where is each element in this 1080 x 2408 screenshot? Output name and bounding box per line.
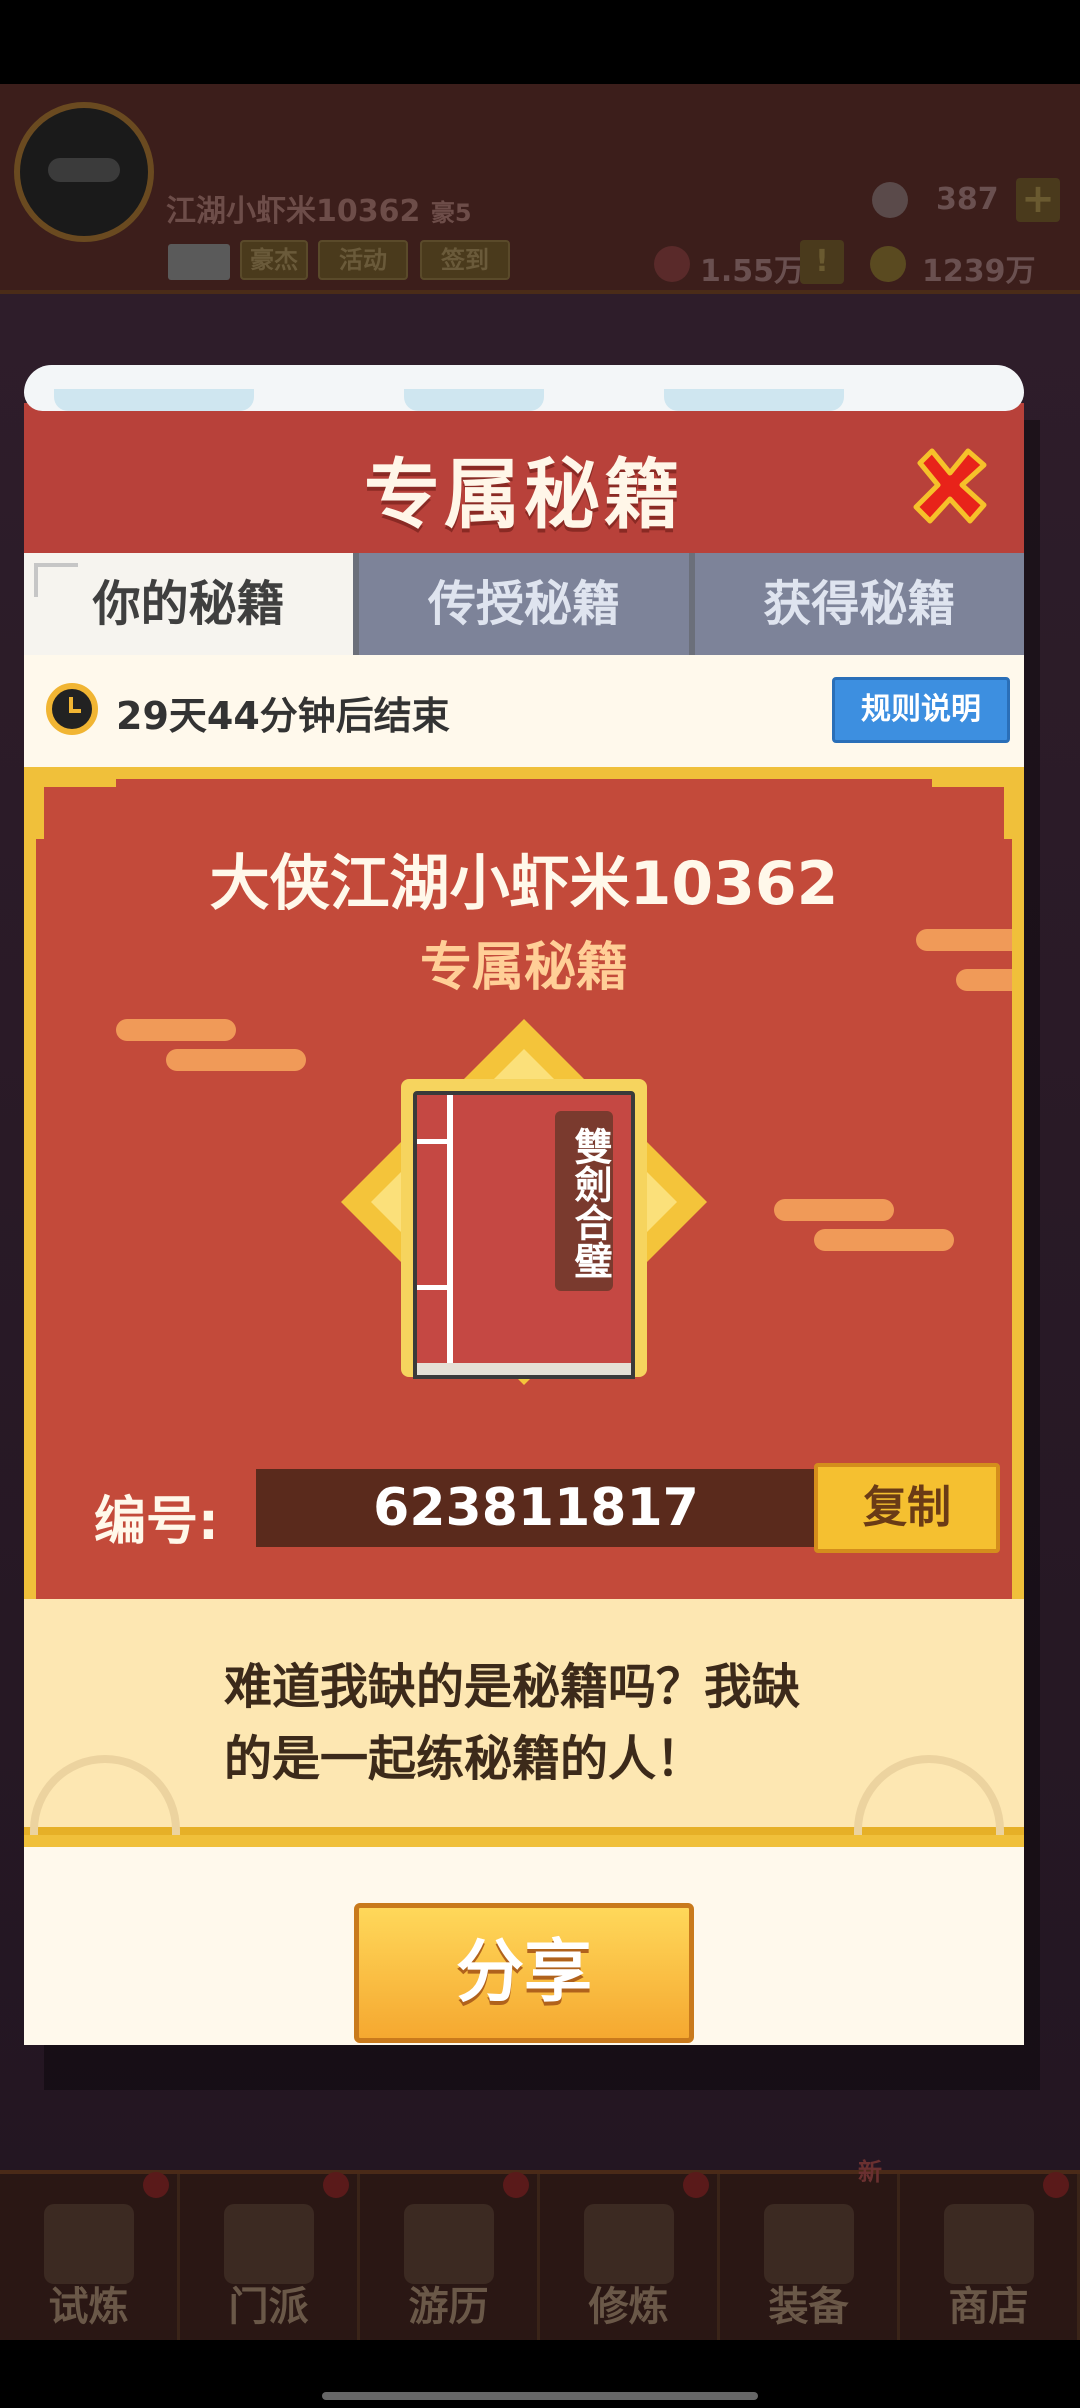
snow-drip — [404, 389, 544, 411]
cloud-decoration — [956, 969, 1012, 991]
hud-signin-button[interactable]: 签到 — [420, 240, 510, 280]
secret-card: 大侠江湖小虾米10362 专属秘籍 雙劍合璧 编号: 623811817 复制 … — [24, 767, 1024, 1847]
book-spine — [447, 1095, 453, 1363]
cloud-decoration — [774, 1199, 894, 1221]
snow-drip — [664, 389, 844, 411]
nav-sect[interactable]: 门派 — [180, 2172, 360, 2340]
nav-label: 门派 — [228, 2284, 309, 2330]
copy-button[interactable]: 复制 — [814, 1463, 1000, 1553]
notification-dot — [1043, 2172, 1069, 2198]
modal-title: 专属秘籍 — [364, 450, 684, 539]
nav-equipment[interactable]: 装备 — [720, 2174, 900, 2340]
modal-tabs: 你的秘籍 传授秘籍 获得秘籍 — [24, 553, 1024, 655]
quote-area: 难道我缺的是秘籍吗？我缺的是一起练秘籍的人！ — [24, 1599, 1024, 1835]
mail-icon[interactable] — [168, 244, 230, 280]
snow-decoration — [24, 365, 1024, 411]
home-indicator[interactable] — [322, 2392, 758, 2400]
nav-label: 修炼 — [588, 2284, 669, 2330]
notification-dot — [503, 2172, 529, 2198]
cloud-decoration — [116, 1019, 236, 1041]
gem-icon — [872, 182, 908, 218]
cloud-decoration — [166, 1049, 306, 1071]
top-hud — [0, 84, 1080, 294]
quote-text: 难道我缺的是秘籍吗？我缺的是一起练秘籍的人！ — [224, 1659, 801, 1787]
timer-row: 29天44分钟后结束 规则说明 — [24, 655, 1024, 759]
share-button[interactable]: 分享 — [354, 1903, 694, 2043]
hud-heroes-button[interactable]: 豪杰 — [240, 240, 308, 280]
close-icon[interactable] — [908, 443, 992, 527]
cultivate-icon — [583, 2204, 674, 2284]
gem-count: 387 — [936, 182, 999, 217]
tab-my-secret[interactable]: 你的秘籍 — [24, 553, 354, 655]
power-value: 1.55万 — [700, 254, 805, 289]
player-avatar[interactable] — [14, 102, 154, 242]
secret-book-icon: 雙劍合璧 — [413, 1091, 635, 1379]
sect-icon — [223, 2204, 314, 2284]
nav-shop[interactable]: 商店 — [900, 2172, 1080, 2340]
notification-dot — [683, 2172, 709, 2198]
nav-travel[interactable]: 游历 — [360, 2172, 540, 2340]
code-value: 623811817 — [256, 1469, 816, 1547]
cloud-decoration — [916, 929, 1012, 951]
card-subtitle: 专属秘籍 — [419, 938, 628, 998]
cloud-swirl — [30, 1755, 180, 1835]
add-gems-button[interactable]: + — [1016, 178, 1060, 222]
book-title: 雙劍合璧 — [555, 1111, 613, 1291]
secret-card-panel: 大侠江湖小虾米10362 专属秘籍 雙劍合璧 编号: 623811817 复制 — [36, 779, 1012, 1599]
modal-header: 专属秘籍 — [24, 403, 1024, 553]
nav-label: 商店 — [948, 2284, 1029, 2330]
nav-label: 试炼 — [48, 2284, 129, 2330]
cloud-swirl — [854, 1755, 1004, 1835]
clock-icon — [46, 683, 98, 735]
nav-cultivate[interactable]: 修炼 — [540, 2172, 720, 2340]
modal-content: 29天44分钟后结束 规则说明 大侠江湖小虾米10362 专属秘籍 雙劍合璧 编… — [24, 655, 1024, 2045]
tab-teach-secret[interactable]: 传授秘籍 — [359, 553, 689, 655]
hud-activity-button[interactable]: 活动 — [318, 240, 408, 280]
coin-count: 1239万 — [922, 254, 1036, 289]
avatar-eyes — [48, 158, 120, 182]
book-binding — [417, 1139, 447, 1144]
travel-icon — [403, 2204, 494, 2284]
book-pages — [413, 1363, 635, 1379]
code-label: 编号: — [94, 1492, 219, 1552]
snow-drip — [54, 389, 254, 411]
trial-icon — [43, 2204, 134, 2284]
book-binding — [417, 1285, 447, 1290]
bottom-nav: 试炼 门派 游历 修炼 装备 商店 — [0, 2170, 1080, 2340]
nav-label: 游历 — [408, 2284, 489, 2330]
power-alert-button[interactable]: ! — [800, 240, 844, 284]
new-badge: 新 — [858, 2158, 882, 2186]
timer-text: 29天44分钟后结束 — [116, 694, 450, 738]
notification-dot — [323, 2172, 349, 2198]
secret-book-modal: 专属秘籍 你的秘籍 传授秘籍 获得秘籍 29天44分钟后结束 规则说明 大侠江湖… — [24, 365, 1024, 2045]
status-bar — [0, 0, 1080, 84]
nav-label: 装备 — [768, 2284, 849, 2330]
power-icon — [654, 246, 690, 282]
coin-icon — [870, 246, 906, 282]
cloud-decoration — [814, 1229, 954, 1251]
equipment-icon — [763, 2204, 854, 2284]
notification-dot — [143, 2172, 169, 2198]
card-title: 大侠江湖小虾米10362 — [209, 849, 839, 919]
rules-button[interactable]: 规则说明 — [832, 677, 1010, 743]
corner-ornament — [932, 779, 1012, 839]
shop-icon — [943, 2204, 1034, 2284]
corner-ornament — [36, 779, 116, 839]
nav-trial[interactable]: 试炼 — [0, 2172, 180, 2340]
tab-received-secret[interactable]: 获得秘籍 — [694, 553, 1024, 655]
player-name: 江湖小虾米10362 豪5 — [166, 194, 472, 229]
